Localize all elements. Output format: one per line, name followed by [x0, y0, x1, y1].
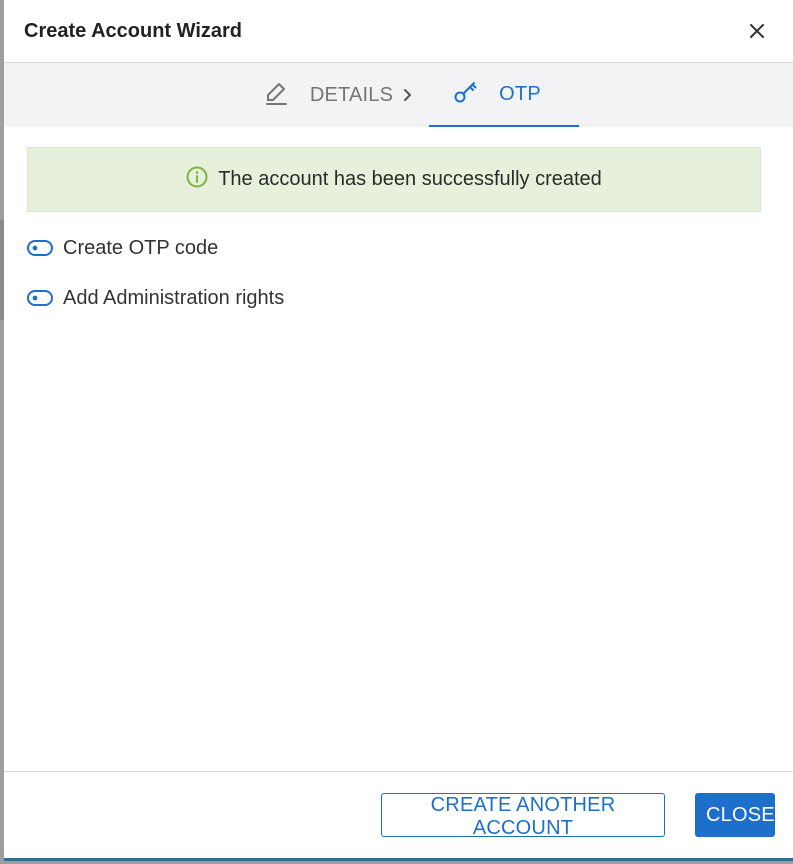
alert-message: The account has been successfully create… — [218, 168, 602, 190]
success-alert: The account has been successfully create… — [27, 147, 761, 212]
option-create-otp: Create OTP code — [27, 234, 761, 262]
pencil-icon — [264, 80, 288, 111]
step-otp-label: OTP — [499, 82, 541, 105]
dialog-footer: CREATE ANOTHER ACCOUNT CLOSE — [4, 771, 793, 858]
option-label: Create OTP code — [63, 236, 219, 259]
info-circle-icon — [186, 166, 208, 193]
dialog-title: Create Account Wizard — [24, 19, 243, 42]
toggle-icon[interactable] — [27, 240, 53, 256]
dialog-content: The account has been successfully create… — [4, 127, 793, 771]
close-button[interactable]: CLOSE — [695, 793, 775, 837]
option-admin-rights: Add Administration rights — [27, 284, 761, 312]
step-details[interactable]: DETAILS — [254, 63, 423, 127]
close-icon[interactable] — [743, 17, 771, 45]
option-label: Add Administration rights — [63, 286, 285, 309]
dialog-header: Create Account Wizard — [4, 0, 793, 63]
chevron-right-icon — [403, 88, 413, 102]
create-another-account-button[interactable]: CREATE ANOTHER ACCOUNT — [381, 793, 665, 839]
create-account-dialog: Create Account Wizard DETAILS OTP The ac… — [4, 0, 793, 861]
toggle-icon[interactable] — [27, 290, 53, 306]
wizard-stepper: DETAILS OTP — [4, 63, 793, 127]
key-icon — [453, 80, 479, 109]
step-details-label: DETAILS — [309, 83, 394, 106]
step-otp[interactable]: OTP — [429, 63, 580, 127]
